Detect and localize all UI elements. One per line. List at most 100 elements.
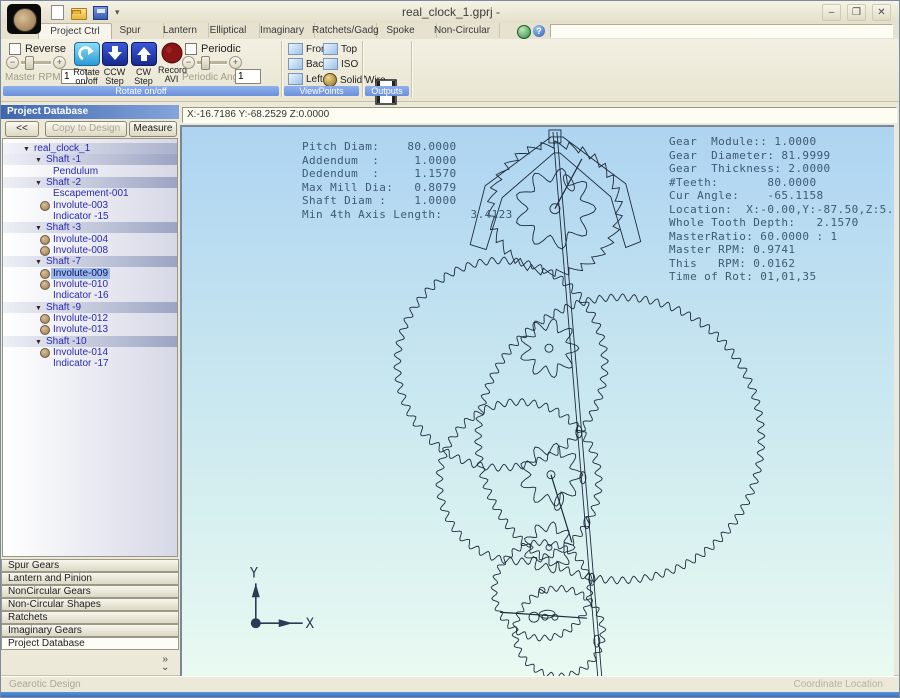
involute-icon [40,235,50,245]
panel-button-spur-gears[interactable]: Spur Gears [1,559,179,572]
restore-button[interactable]: ❐ [847,4,866,21]
record-avi-button[interactable]: Record AVI [158,42,185,84]
web-globe-icon[interactable] [517,25,531,39]
tree-item-shaft-10[interactable]: ▼Shaft -10 [3,336,178,347]
command-input[interactable] [550,24,893,38]
tree-item-real-clock-1[interactable]: ▼real_clock_1 [3,143,178,154]
ribbon: Reverse − + Master RPM Rotate on/off CCW… [1,39,900,102]
down-arrow-icon [102,42,128,66]
periodic-checkbox[interactable]: Periodic [185,43,241,55]
tree-item-involute-003[interactable]: Involute-003 [3,200,178,211]
collapse-triangle-icon[interactable]: ▼ [35,223,42,234]
app-menu-button[interactable] [7,4,41,34]
qat-dropdown-icon[interactable]: ▾ [115,7,120,18]
design-canvas[interactable]: YX Pitch Diam: 80.0000 Addendum : 1.0000… [180,125,894,676]
tree-item-involute-012[interactable]: Involute-012 [3,313,178,324]
status-bar: Gearotic Design Coordinate Location [1,676,900,693]
periodic-ang-slider[interactable]: − + [182,56,242,69]
project-database-header: Project Database [1,105,179,119]
tree-item-involute-008[interactable]: Involute-008 [3,245,178,256]
coordinate-readout: X:-16.7186 Y:-68.2529 Z:0.0000 [182,107,897,123]
periodic-ang-input[interactable] [235,69,261,84]
help-icon[interactable]: ? [533,25,545,37]
panel-button-noncircular-shapes[interactable]: Non-Circular Shapes [1,598,179,611]
tree-item-involute-014[interactable]: Involute-014 [3,347,178,358]
rotate-group-caption: Rotate on/off [3,86,279,96]
involute-icon [40,269,50,279]
project-tree: ▼real_clock_1 ▼Shaft -1 Pendulum ▼Shaft … [2,138,178,557]
tab-non-circular[interactable]: Non-Circular Sh [425,23,500,38]
slider-minus-icon[interactable]: − [182,56,195,69]
tree-item-shaft-7[interactable]: ▼Shaft -7 [3,256,178,267]
group-separator [281,41,283,97]
tree-item-shaft-2[interactable]: ▼Shaft -2 [3,177,178,188]
ccw-step-button[interactable]: CCW Step [101,42,128,86]
gear-logo-icon [13,8,37,32]
tree-item-shaft-1[interactable]: ▼Shaft -1 [3,154,178,165]
checkbox-icon[interactable] [9,43,21,55]
involute-icon [40,201,50,211]
close-button[interactable]: ✕ [872,4,891,21]
panel-overflow-chevron[interactable]: »⌄ [161,656,169,672]
tree-item-involute-004[interactable]: Involute-004 [3,234,178,245]
master-rpm-slider[interactable]: − + [6,56,66,69]
cw-step-button[interactable]: CW Step [130,42,157,86]
involute-icon [40,280,50,290]
view-cube-icon [323,58,338,70]
panel-button-noncircular-gears[interactable]: NonCircular Gears [1,585,179,598]
gear-info-left: Pitch Diam: 80.0000 Addendum : 1.0000 De… [302,140,513,221]
tree-item-shaft-9[interactable]: ▼Shaft -9 [3,302,178,313]
gear-info-right: Gear Module:: 1.0000 Gear Diameter: 81.9… [669,135,894,284]
tree-item-escapement-001[interactable]: Escapement-001 [3,188,178,199]
window-controls: – ❐ ✕ [822,4,891,21]
viewpoint-top[interactable]: Top [323,43,357,55]
new-file-icon[interactable] [49,5,64,19]
tree-item-involute-009-selected[interactable]: Involute-009 [3,268,178,279]
slider-plus-icon[interactable]: + [53,56,66,69]
up-arrow-icon [131,42,157,66]
viewpoints-group-caption: ViewPoints [284,86,359,96]
viewpoint-iso[interactable]: ISO [323,58,358,70]
tree-item-shaft-3[interactable]: ▼Shaft -3 [3,222,178,233]
svg-text:X: X [306,616,315,632]
collapse-triangle-icon[interactable]: ▼ [35,155,42,166]
copy-to-design-button[interactable]: Copy to Design [45,121,127,137]
rotate-onoff-button[interactable]: Rotate on/off [73,42,100,86]
periodic-ang-label: Periodic Ang [182,72,238,83]
tree-item-involute-010[interactable]: Involute-010 [3,279,178,290]
tree-item-pendulum[interactable]: Pendulum [3,166,178,177]
status-app-name: Gearotic Design [9,679,81,690]
status-coordinate-label: Coordinate Location [793,679,883,690]
window-bottom-strip [1,692,900,698]
tree-item-indicator-17[interactable]: Indicator -17 [3,358,178,369]
collapse-panel-button[interactable]: << [5,121,39,137]
master-rpm-label: Master RPM [5,72,61,83]
quick-access-toolbar: ▾ [49,5,120,19]
panel-button-imaginary-gears[interactable]: Imaginary Gears [1,624,179,637]
slider-minus-icon[interactable]: − [6,56,19,69]
measure-button[interactable]: Measure [129,121,177,137]
window-title: real_clock_1.gprj - [1,5,900,19]
collapse-triangle-icon[interactable]: ▼ [35,257,42,268]
reverse-checkbox[interactable]: Reverse [9,43,66,55]
minimize-button[interactable]: – [822,4,841,21]
panel-button-project-database[interactable]: Project Database [1,637,179,650]
open-folder-icon[interactable] [71,5,86,19]
tree-item-indicator-15[interactable]: Indicator -15 [3,211,178,222]
slider-thumb[interactable] [25,56,34,70]
checkbox-icon[interactable] [185,43,197,55]
group-separator [411,41,413,97]
panel-button-ratchets[interactable]: Ratchets [1,611,179,624]
save-icon[interactable] [93,5,108,19]
viewpoint-left[interactable]: Left [288,73,323,85]
sphere-icon [323,73,337,87]
involute-icon [40,348,50,358]
outputs-group-caption: Outputs [365,86,409,96]
slider-plus-icon[interactable]: + [229,56,242,69]
view-cube-icon [288,58,303,70]
tree-item-indicator-16[interactable]: Indicator -16 [3,290,178,301]
tree-item-involute-013[interactable]: Involute-013 [3,324,178,335]
panel-button-lantern-pinion[interactable]: Lantern and Pinion [1,572,179,585]
slider-thumb[interactable] [201,56,210,70]
view-cube-icon [288,43,303,55]
